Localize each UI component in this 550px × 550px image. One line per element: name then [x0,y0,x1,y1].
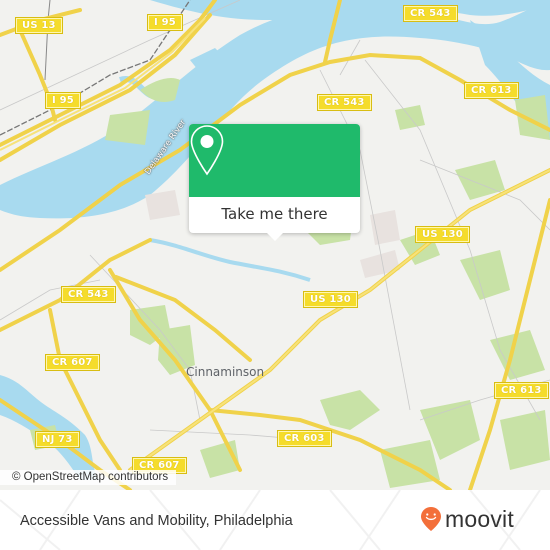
industrial-2 [370,210,400,245]
railway-2 [44,0,51,81]
moovit-logo-text: moovit [445,505,514,532]
moovit-logo[interactable]: moovit [420,506,514,532]
popup-header [189,124,360,197]
map[interactable]: US 13 I 95 I 95 CR 543 CR 543 CR 543 CR … [0,0,550,490]
location-popup: Take me there [189,124,360,241]
road-shield-us130: US 130 [303,291,358,308]
map-canvas [0,0,550,490]
road-shield-cr603: CR 603 [277,430,332,447]
take-me-there-button[interactable]: Take me there [189,197,360,233]
moovit-pin-icon [421,507,441,531]
road-shield-cr543: CR 543 [317,94,372,111]
popup-tail [266,232,284,241]
road-shield-us130: US 130 [415,226,470,243]
creek-2 [149,238,311,282]
road-shield-cr613: CR 613 [494,382,549,399]
road-shield-i95: I 95 [45,92,81,109]
place-title: Accessible Vans and Mobility, Philadelph… [20,513,293,529]
place-label-cinnaminson: Cinnaminson [186,365,265,379]
industrial-3 [360,250,400,278]
road-shield-cr543: CR 543 [61,286,116,303]
road-shield-cr607: CR 607 [45,354,100,371]
road-shield-nj73: NJ 73 [35,431,80,448]
road-shield-cr613: CR 613 [464,82,519,99]
road-shield-cr543: CR 543 [403,5,458,22]
industrial-1 [145,190,180,220]
footer: Accessible Vans and Mobility, Philadelph… [0,490,550,550]
map-attribution[interactable]: © OpenStreetMap contributors [0,470,177,485]
road-shield-us13: US 13 [15,17,63,34]
road-shield-i95: I 95 [147,14,183,31]
location-pin-icon [190,125,224,176]
